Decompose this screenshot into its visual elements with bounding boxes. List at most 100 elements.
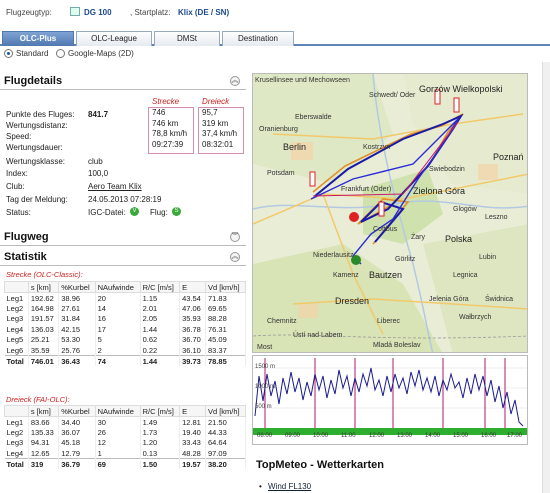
- table-cell: 43.54: [179, 292, 206, 303]
- flug-status-icon[interactable]: S: [172, 207, 181, 216]
- table-cell: Leg5: [4, 334, 29, 345]
- map-label: Eberswalde: [295, 114, 332, 121]
- column-header: %Kurbel: [58, 405, 96, 417]
- startplace-link[interactable]: Klix (DE / SN): [178, 8, 229, 17]
- flight-header: Flugzeugtyp: DG 100 , Startplatz: Klix (…: [0, 0, 550, 30]
- map-label: Mladá Boleslav: [373, 342, 421, 349]
- table-header-row: s [km] %Kurbel NAufwinde R/C [m/s] E Vd [km/h…: [4, 281, 247, 293]
- baro-x-label: 17:00: [507, 433, 523, 439]
- table-cell: 27.61: [58, 303, 96, 314]
- status-igc-label: IGC-Datei:: [88, 208, 126, 217]
- table-cell: 2: [95, 345, 141, 356]
- map-label: Polska: [445, 234, 473, 244]
- table-header-row: s [km] %Kurbel NAufwinde R/C [m/s] E Vd [km/h…: [4, 405, 247, 417]
- map-label: Most: [257, 344, 273, 351]
- table-cell: 20: [95, 292, 141, 303]
- map-label: Zielona Góra: [413, 186, 466, 196]
- column-header: Vd [km/h]: [204, 281, 247, 293]
- table-cell: 12: [95, 437, 141, 448]
- statistik-title: Statistik: [4, 251, 47, 263]
- table-total-row: Total 319 36.79 69 1.50 19.57 38.20: [4, 458, 247, 469]
- tab-destination[interactable]: Destination: [222, 31, 294, 46]
- table-cell: 746.01: [28, 355, 60, 366]
- table-cell: 1.15: [140, 292, 181, 303]
- table-cell: 69: [95, 458, 141, 469]
- page-scrollbar[interactable]: [542, 62, 550, 493]
- table-cell: 0.22: [140, 345, 181, 356]
- column-header: E: [179, 281, 206, 293]
- table-cell: Leg2: [4, 427, 29, 438]
- tab-olc-plus[interactable]: OLC-Plus: [2, 31, 74, 46]
- table-cell: 1.44: [140, 355, 181, 366]
- map-label: Gorzów Wielkopolski: [419, 84, 503, 94]
- flugdetails-header[interactable]: Flugdetails ︽: [0, 72, 246, 90]
- flight-map[interactable]: Krusellinsee und Mechowseen Schwedt/ Ode…: [252, 73, 528, 353]
- table-cell: 19.40: [179, 427, 206, 438]
- fd-label-duration: Wertungsdauer:: [6, 143, 63, 152]
- radio-standard[interactable]: [4, 49, 13, 58]
- map-label: Chemnitz: [267, 318, 297, 325]
- flugweg-header[interactable]: Flugweg ︾: [0, 228, 246, 246]
- dreieck-header: Dreieck: [202, 97, 230, 106]
- map-label: Wałbrzych: [459, 314, 492, 321]
- table-cell: 36.10: [179, 345, 206, 356]
- statistik-header[interactable]: Statistik ︽: [0, 248, 246, 266]
- fd-label-club: Club:: [6, 182, 25, 191]
- table-cell: 1.50: [140, 458, 181, 469]
- table-cell: Leg3: [4, 437, 29, 448]
- collapse-icon[interactable]: ︽: [230, 252, 240, 262]
- table-cell: 25.76: [58, 345, 96, 356]
- column-header: E: [179, 405, 206, 417]
- tab-bar: OLC-Plus OLC-League DMSt Destination: [0, 30, 550, 46]
- table-cell: Total: [4, 458, 29, 469]
- radio-google-maps[interactable]: [56, 49, 65, 58]
- tab-olc-league[interactable]: OLC-League: [76, 31, 152, 46]
- wind-fl130-link[interactable]: Wind FL130: [259, 482, 311, 491]
- fd-value-points: 841.7: [88, 110, 109, 119]
- table-cell: 38.20: [205, 458, 247, 469]
- baro-x-label: 16:00: [481, 433, 497, 439]
- igc-status-icon[interactable]: V: [130, 207, 139, 216]
- table-cell: 319: [28, 458, 60, 469]
- fd-value-index: 100,0: [88, 169, 109, 178]
- table-cell: 1.73: [140, 427, 181, 438]
- barogram[interactable]: 1500 m 1000 m 500 m 08:00 09:00 10:00 11…: [252, 355, 528, 445]
- map-label: Berlin: [283, 142, 307, 152]
- expand-icon[interactable]: ︾: [230, 232, 240, 242]
- table-cell: 36.07: [58, 427, 96, 438]
- radio-google-maps-label: Google-Maps (2D): [68, 49, 134, 58]
- aircraft-link[interactable]: DG 100: [84, 8, 112, 17]
- table-cell: 19.57: [179, 458, 206, 469]
- table-cell: 36.43: [58, 355, 96, 366]
- table-cell: 44.33: [205, 427, 247, 438]
- table-cell: 1.44: [140, 324, 181, 335]
- table-cell: 191.57: [28, 313, 60, 324]
- map-label: Bautzen: [369, 270, 403, 280]
- table-cell: 26: [95, 427, 141, 438]
- collapse-icon[interactable]: ︽: [230, 76, 240, 86]
- table-cell: 39.73: [179, 355, 206, 366]
- table-cell: 35.93: [179, 313, 206, 324]
- fd-value-class: club: [88, 157, 103, 166]
- tab-dmst[interactable]: DMSt: [154, 31, 220, 46]
- flugweg-title: Flugweg: [4, 231, 49, 243]
- table-cell: 30: [95, 416, 141, 427]
- baro-x-label: 14:00: [425, 433, 441, 439]
- table-cell: 14: [95, 303, 141, 314]
- map-label: Schwedt/ Oder: [369, 92, 416, 99]
- column-header: %Kurbel: [58, 281, 96, 293]
- map-label: Liberec: [377, 318, 400, 325]
- table-cell: 76.31: [205, 324, 247, 335]
- map-label: Krusellinsee und Mechowseen: [255, 77, 350, 84]
- dreieck-points: 95,7: [202, 108, 218, 117]
- classic-stats-table: s [km] %Kurbel NAufwinde R/C [m/s] E Vd [km/h…: [4, 281, 247, 366]
- table-row: Leg5 25.21 53.30 5 0.62 36.70 45.09: [4, 334, 247, 345]
- strecke-values-box: 746 746 km 78,8 km/h 09:27:39: [148, 107, 194, 154]
- fd-label-points: Punkte des Fluges:: [6, 110, 75, 119]
- club-link[interactable]: Aero Team Klix: [88, 182, 142, 191]
- table-cell: 64.64: [205, 437, 247, 448]
- strecke-header: Strecke: [152, 97, 180, 106]
- table-cell: 5: [95, 334, 141, 345]
- table-row: Leg2 164.98 27.61 14 2.01 47.06 69.65: [4, 303, 247, 314]
- map-label: Oranienburg: [259, 126, 298, 133]
